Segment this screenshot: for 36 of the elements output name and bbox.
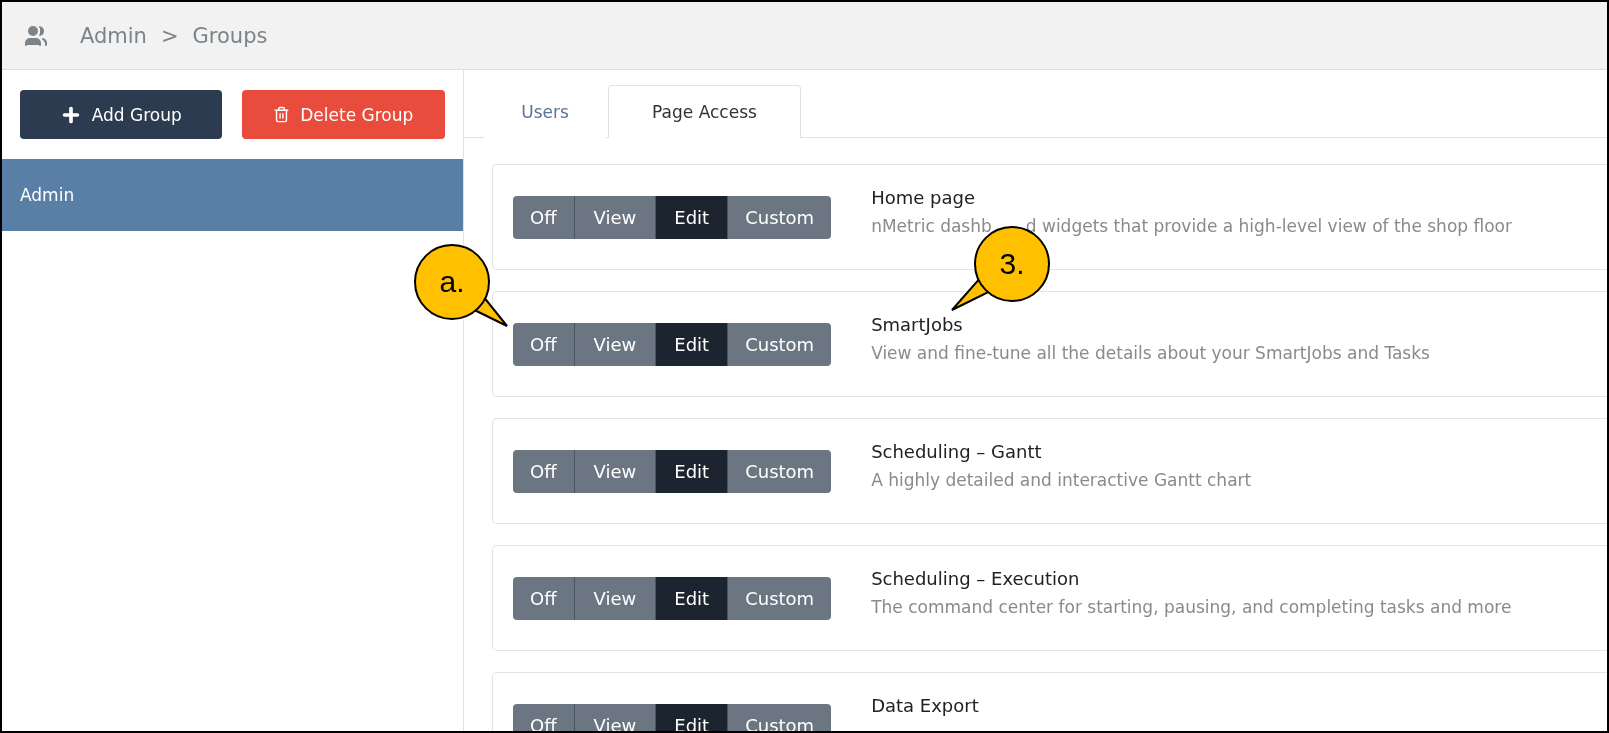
- page-title: Scheduling – Gantt: [871, 441, 1043, 462]
- breadcrumb-item[interactable]: Groups: [192, 23, 268, 48]
- page-title: Home page: [871, 187, 976, 208]
- page-title: Data Export: [871, 695, 979, 716]
- access-option[interactable]: Edit: [655, 450, 728, 493]
- callout-label: a.: [439, 265, 465, 299]
- trash-icon: [273, 106, 291, 123]
- access-option[interactable]: Off: [513, 450, 574, 493]
- access-option[interactable]: View: [573, 577, 656, 620]
- breadcrumb-item[interactable]: Admin: [80, 23, 147, 48]
- page-title: Scheduling – Execution: [871, 568, 1081, 589]
- breadcrumb-separator: >: [160, 23, 179, 48]
- users-icon: [24, 23, 48, 48]
- group-item[interactable]: Admin: [2, 159, 463, 231]
- page-description: nMetric dashb: [871, 216, 992, 236]
- delete-group-button[interactable]: Delete Group: [241, 90, 445, 139]
- access-option[interactable]: Edit: [655, 323, 728, 366]
- access-option[interactable]: Edit: [655, 577, 728, 620]
- access-option[interactable]: Off: [513, 577, 574, 620]
- access-option[interactable]: View: [573, 196, 656, 239]
- access-option[interactable]: Custom: [727, 450, 832, 493]
- page-description: A highly detailed and interactive Gantt chart: [871, 470, 1252, 490]
- access-option[interactable]: Off: [513, 323, 574, 366]
- access-option[interactable]: View: [573, 323, 656, 366]
- access-option[interactable]: Edit: [655, 196, 728, 239]
- access-option[interactable]: Off: [513, 196, 574, 239]
- access-option[interactable]: Custom: [727, 323, 832, 366]
- page-description: The command center for starting, pausing, and completing tasks and more: [871, 597, 1512, 617]
- callout-label: 3.: [999, 247, 1025, 281]
- add-group-button[interactable]: Add Group: [20, 90, 222, 139]
- page-description: View and fine-tune all the details about your SmartJobs and Tasks: [871, 343, 1430, 363]
- page-title: SmartJobs: [871, 314, 964, 335]
- access-option[interactable]: View: [573, 450, 656, 493]
- access-option[interactable]: Custom: [727, 577, 832, 620]
- tab[interactable]: Page Access: [608, 85, 801, 138]
- access-option[interactable]: Custom: [727, 196, 832, 239]
